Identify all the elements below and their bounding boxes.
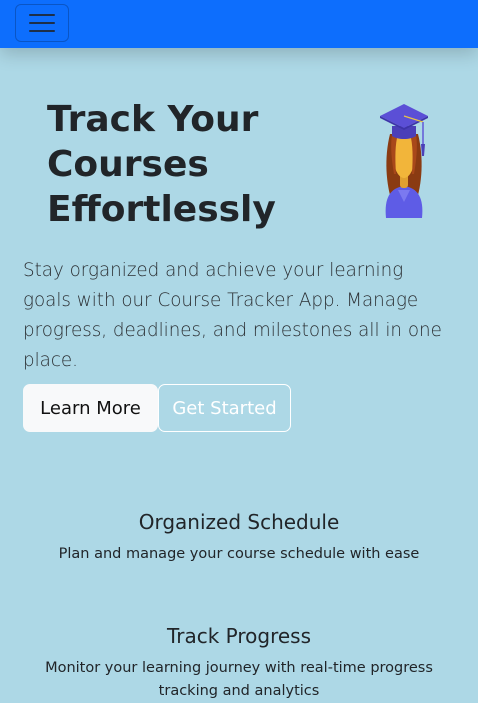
feature-description: Plan and manage your course schedule wit… — [58, 546, 420, 562]
feature-title: Organized Schedule — [138, 510, 340, 534]
learn-more-button[interactable]: Learn More — [23, 384, 158, 432]
hamburger-menu-icon-bar — [29, 30, 55, 32]
navbar — [0, 0, 478, 48]
graduation-student-icon — [380, 104, 428, 218]
hamburger-menu-icon — [29, 14, 55, 16]
feature-title: Track Progress — [166, 624, 312, 648]
hamburger-menu-icon-bar — [29, 22, 55, 24]
hero-title-line: Effortlessly — [47, 189, 276, 230]
hero-title-line: Courses — [47, 144, 209, 185]
get-started-button[interactable]: Get Started — [158, 384, 291, 432]
navbar-toggle-button[interactable] — [15, 4, 69, 42]
feature-description: Monitor your learning journey with real-… — [45, 660, 433, 699]
hero-description: Stay organized and achieve your learning… — [23, 260, 442, 371]
hero-title: Track Your Courses Effortlessly — [47, 97, 307, 232]
hero-title-line: Track Your — [47, 99, 259, 140]
